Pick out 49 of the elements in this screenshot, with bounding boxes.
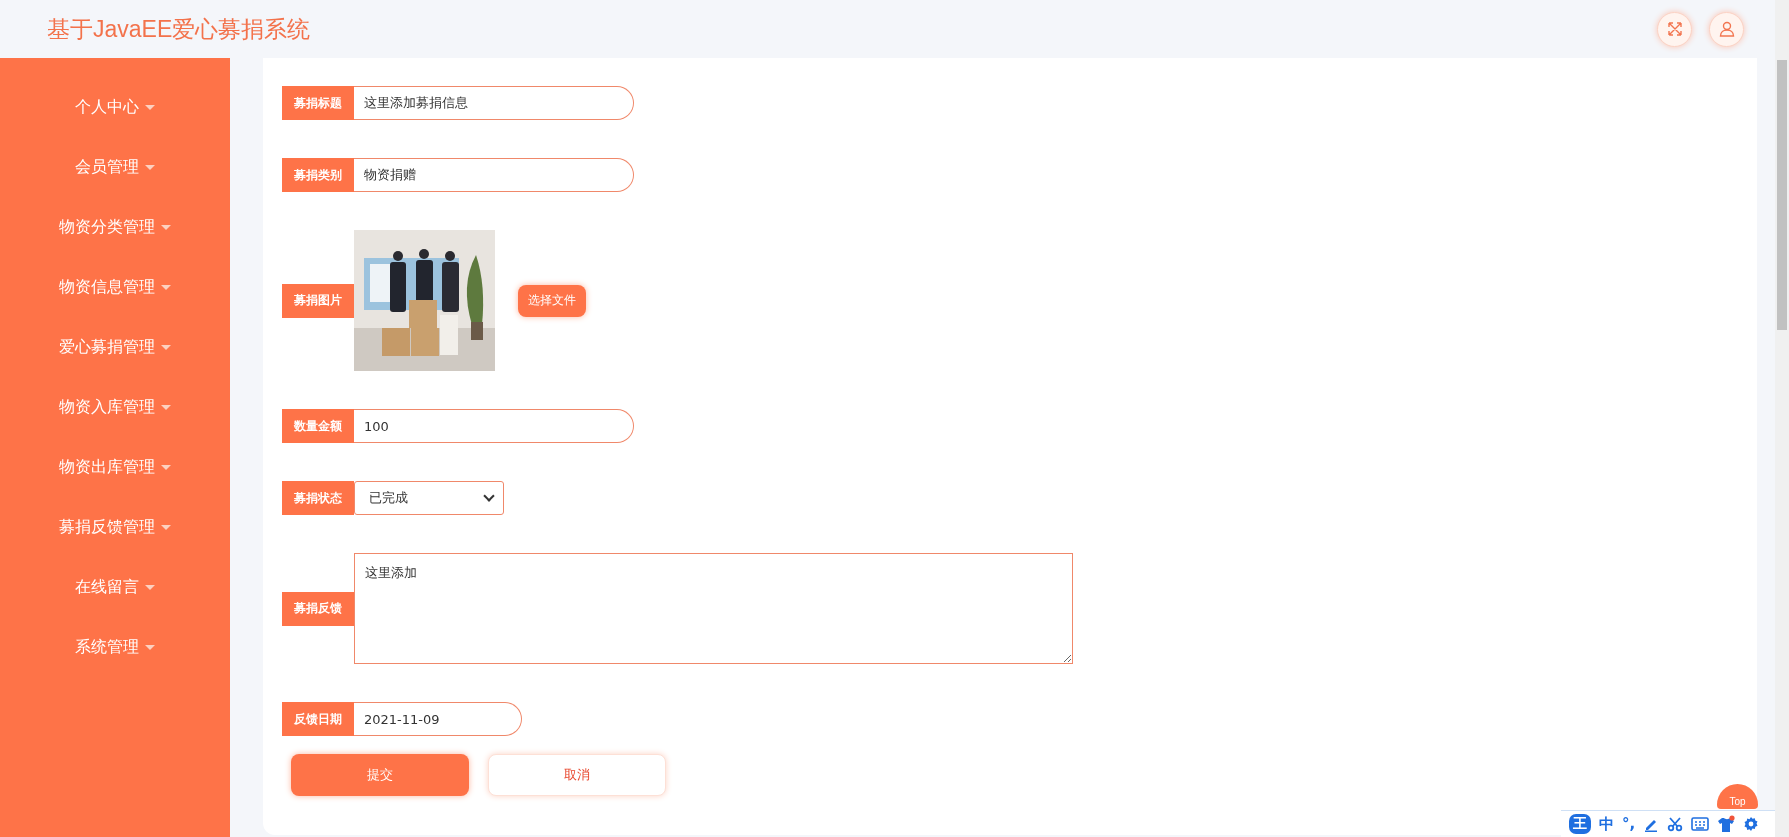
submit-button[interactable]: 提交 xyxy=(291,754,469,796)
scroll-bar[interactable] xyxy=(1775,0,1789,837)
nav-item[interactable]: 会员管理 xyxy=(0,137,230,197)
punctuation-toggle[interactable]: °, xyxy=(1622,815,1636,833)
caret-icon xyxy=(161,404,171,410)
user-button[interactable] xyxy=(1709,11,1744,47)
caret-icon xyxy=(145,584,155,590)
caret-icon xyxy=(145,644,155,650)
field-label: 数量金额 xyxy=(282,409,354,443)
dropdown[interactable]: 已完成 xyxy=(354,481,504,515)
field-label: 募捐标题 xyxy=(282,86,354,120)
nav-item[interactable]: 募捐反馈管理 xyxy=(0,497,230,557)
shirt-icon[interactable] xyxy=(1717,815,1736,833)
nav-item[interactable]: 爱心募捐管理 xyxy=(0,317,230,377)
nav-item[interactable]: 物资信息管理 xyxy=(0,257,230,317)
scissors-icon[interactable] xyxy=(1667,816,1684,832)
input-field[interactable]: 这里添加募捐信息 xyxy=(354,86,634,120)
cancel-button[interactable]: 取消 xyxy=(488,754,666,796)
nav-item[interactable]: 个人中心 xyxy=(0,77,230,137)
caret-icon xyxy=(161,284,171,290)
field-label: 募捐反馈 xyxy=(282,591,354,626)
user-icon xyxy=(1718,21,1735,37)
input-field[interactable]: 物资捐赠 xyxy=(354,158,634,192)
input-field[interactable]: 2021-11-09 xyxy=(354,702,522,736)
caret-icon xyxy=(161,344,171,350)
app-title: 基于JavaEE爱心募捐系统 xyxy=(47,14,311,44)
field-label: 募捐状态 xyxy=(282,481,354,515)
caret-icon xyxy=(161,224,171,230)
fullscreen-button[interactable] xyxy=(1657,11,1692,47)
caret-icon xyxy=(161,464,171,470)
nav-item[interactable]: 物资出库管理 xyxy=(0,437,230,497)
caret-icon xyxy=(145,104,155,110)
field-label: 反馈日期 xyxy=(282,702,354,736)
nav-item[interactable]: 物资分类管理 xyxy=(0,197,230,257)
text-area[interactable]: 这里添加 xyxy=(354,553,1073,664)
expand-icon xyxy=(1666,21,1683,37)
keyboard-icon[interactable] xyxy=(1691,816,1710,832)
field-label: 募捐类别 xyxy=(282,158,354,192)
ime-mode-toggle[interactable]: 中 xyxy=(1599,814,1614,834)
choose-file-button[interactable]: 选择文件 xyxy=(518,284,586,317)
field-label: 募捐图片 xyxy=(282,283,354,318)
ime-logo[interactable]: 王 xyxy=(1569,814,1591,834)
caret-icon xyxy=(145,164,155,170)
caret-icon xyxy=(161,524,171,530)
settings-icon[interactable] xyxy=(1743,816,1760,832)
input-field[interactable]: 100 xyxy=(354,409,634,443)
nav-item[interactable]: 系统管理 xyxy=(0,617,230,677)
nav-item[interactable]: 在线留言 xyxy=(0,557,230,617)
nav-item[interactable]: 物资入库管理 xyxy=(0,377,230,437)
